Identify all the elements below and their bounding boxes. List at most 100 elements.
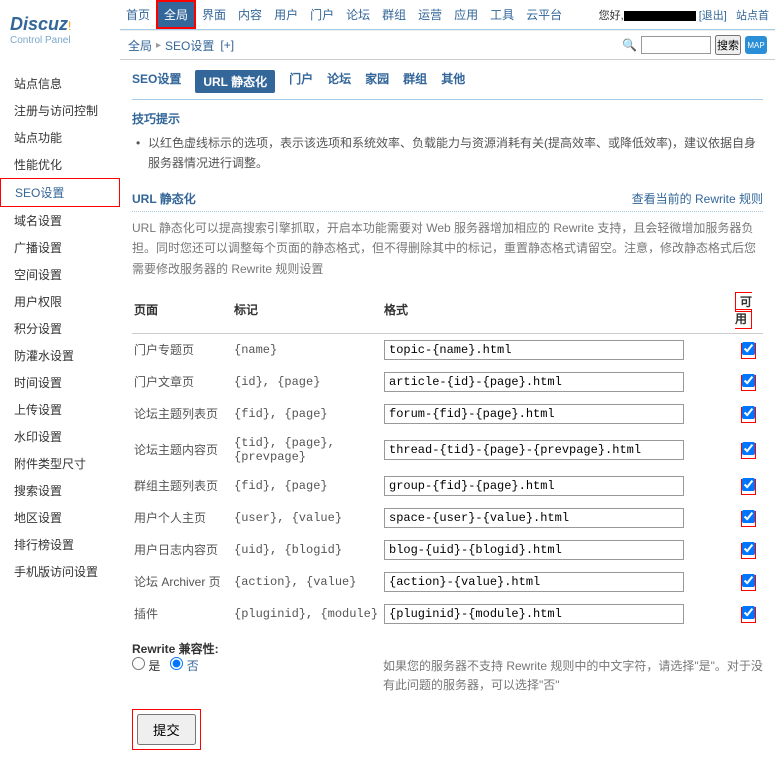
sidebar-item-15[interactable]: 搜索设置 <box>0 477 120 504</box>
row-page: 论坛主题列表页 <box>132 398 232 430</box>
sidebar-item-11[interactable]: 时间设置 <box>0 369 120 396</box>
topnav-item-3[interactable]: 内容 <box>232 2 268 27</box>
format-input[interactable] <box>384 604 684 624</box>
tab-4[interactable]: 家园 <box>365 70 389 93</box>
avail-checkbox[interactable] <box>742 542 755 555</box>
sidebar: 站点信息注册与访问控制站点功能性能优化SEO设置域名设置广播设置空间设置用户权限… <box>0 60 120 760</box>
compat-no[interactable]: 否 <box>170 659 198 673</box>
format-input[interactable] <box>384 508 684 528</box>
format-input[interactable] <box>384 476 684 496</box>
format-input[interactable] <box>384 540 684 560</box>
submit-button[interactable]: 提交 <box>137 714 196 745</box>
avail-checkbox[interactable] <box>742 478 755 491</box>
row-tag: {tid}, {page}, {prevpage} <box>232 430 382 470</box>
format-input[interactable] <box>384 404 684 424</box>
sidebar-item-3[interactable]: 性能优化 <box>0 151 120 178</box>
format-input[interactable] <box>384 340 684 360</box>
section-title: URL 静态化 <box>132 190 196 207</box>
sidebar-item-16[interactable]: 地区设置 <box>0 504 120 531</box>
topnav-item-5[interactable]: 门户 <box>304 2 340 27</box>
site-home-link[interactable]: 站点首 <box>736 10 769 22</box>
sidebar-item-2[interactable]: 站点功能 <box>0 124 120 151</box>
compat-no-radio[interactable] <box>170 657 183 670</box>
sidebar-item-5[interactable]: 域名设置 <box>0 207 120 234</box>
avail-checkbox[interactable] <box>742 606 755 619</box>
search-input[interactable] <box>641 36 711 54</box>
table-row: 论坛主题内容页{tid}, {page}, {prevpage} <box>132 430 763 470</box>
sidebar-item-12[interactable]: 上传设置 <box>0 396 120 423</box>
topnav-item-6[interactable]: 论坛 <box>340 2 376 27</box>
sidebar-item-13[interactable]: 水印设置 <box>0 423 120 450</box>
row-page: 论坛主题内容页 <box>132 430 232 470</box>
tab-6[interactable]: 其他 <box>441 70 465 93</box>
breadcrumb-add[interactable]: [+] <box>220 38 234 52</box>
topnav-item-4[interactable]: 用户 <box>268 2 304 27</box>
sidebar-item-1[interactable]: 注册与访问控制 <box>0 97 120 124</box>
row-tag: {pluginid}, {module} <box>232 598 382 630</box>
tab-0[interactable]: SEO设置 <box>132 70 181 93</box>
topnav-item-11[interactable]: 云平台 <box>520 2 568 27</box>
format-input[interactable] <box>384 572 684 592</box>
logo-excl: ! <box>68 19 71 33</box>
table-row: 用户日志内容页{uid}, {blogid} <box>132 534 763 566</box>
avail-checkbox[interactable] <box>742 406 755 419</box>
sidebar-item-0[interactable]: 站点信息 <box>0 70 120 97</box>
sidebar-item-4[interactable]: SEO设置 <box>0 178 120 207</box>
sidebar-item-10[interactable]: 防灌水设置 <box>0 342 120 369</box>
avail-checkbox[interactable] <box>742 442 755 455</box>
sidebar-item-14[interactable]: 附件类型尺寸 <box>0 450 120 477</box>
th-page: 页面 <box>132 287 232 334</box>
avail-checkbox[interactable] <box>742 342 755 355</box>
sidebar-item-17[interactable]: 排行榜设置 <box>0 531 120 558</box>
section-desc: URL 静态化可以提高搜索引擎抓取，开启本功能需要对 Web 服务器增加相应的 … <box>132 218 763 279</box>
url-table: 页面 标记 格式 可用 门户专题页{name}门户文章页{id}, {page}… <box>132 287 763 630</box>
table-row: 用户个人主页{user}, {value} <box>132 502 763 534</box>
topnav-item-2[interactable]: 界面 <box>196 2 232 27</box>
tips-title: 技巧提示 <box>132 110 763 127</box>
tab-2[interactable]: 门户 <box>289 70 313 93</box>
tab-1[interactable]: URL 静态化 <box>195 70 275 93</box>
table-row: 论坛主题列表页{fid}, {page} <box>132 398 763 430</box>
row-tag: {name} <box>232 333 382 366</box>
breadcrumb-root[interactable]: 全局 <box>128 37 152 54</box>
format-input[interactable] <box>384 372 684 392</box>
row-tag: {action}, {value} <box>232 566 382 598</box>
table-row: 门户文章页{id}, {page} <box>132 366 763 398</box>
search-button[interactable]: 搜索 <box>715 35 741 55</box>
row-page: 插件 <box>132 598 232 630</box>
username-redacted <box>624 11 696 21</box>
logout-link[interactable]: [退出] <box>699 10 727 22</box>
sidebar-item-7[interactable]: 空间设置 <box>0 261 120 288</box>
breadcrumb: 全局 ▸ SEO设置 [+] 🔍 搜索 MAP <box>120 30 775 60</box>
avail-checkbox[interactable] <box>742 374 755 387</box>
logo: Discuz! Control Panel <box>0 9 120 51</box>
avail-checkbox[interactable] <box>742 574 755 587</box>
compat-yes-radio[interactable] <box>132 657 145 670</box>
format-input[interactable] <box>384 440 684 460</box>
compat-yes[interactable]: 是 <box>132 659 160 673</box>
row-page: 论坛 Archiver 页 <box>132 566 232 598</box>
topnav-item-1[interactable]: 全局 <box>156 0 196 29</box>
row-page: 用户个人主页 <box>132 502 232 534</box>
topnav-item-9[interactable]: 应用 <box>448 2 484 27</box>
sidebar-item-8[interactable]: 用户权限 <box>0 288 120 315</box>
topnav-item-0[interactable]: 首页 <box>120 2 156 27</box>
search-icon[interactable]: 🔍 <box>622 38 637 52</box>
view-rewrite-link[interactable]: 查看当前的 Rewrite 规则 <box>632 190 763 207</box>
row-page: 群组主题列表页 <box>132 470 232 502</box>
topnav-item-8[interactable]: 运营 <box>412 2 448 27</box>
breadcrumb-current[interactable]: SEO设置 <box>165 37 214 54</box>
row-page: 门户专题页 <box>132 333 232 366</box>
tab-5[interactable]: 群组 <box>403 70 427 93</box>
topnav-item-10[interactable]: 工具 <box>484 2 520 27</box>
tab-3[interactable]: 论坛 <box>327 70 351 93</box>
row-tag: {id}, {page} <box>232 366 382 398</box>
sidebar-item-6[interactable]: 广播设置 <box>0 234 120 261</box>
sidebar-item-18[interactable]: 手机版访问设置 <box>0 558 120 585</box>
sidebar-item-9[interactable]: 积分设置 <box>0 315 120 342</box>
avail-checkbox[interactable] <box>742 510 755 523</box>
row-tag: {user}, {value} <box>232 502 382 534</box>
topnav-item-7[interactable]: 群组 <box>376 2 412 27</box>
map-icon[interactable]: MAP <box>745 36 767 54</box>
logo-subtitle: Control Panel <box>10 35 110 46</box>
